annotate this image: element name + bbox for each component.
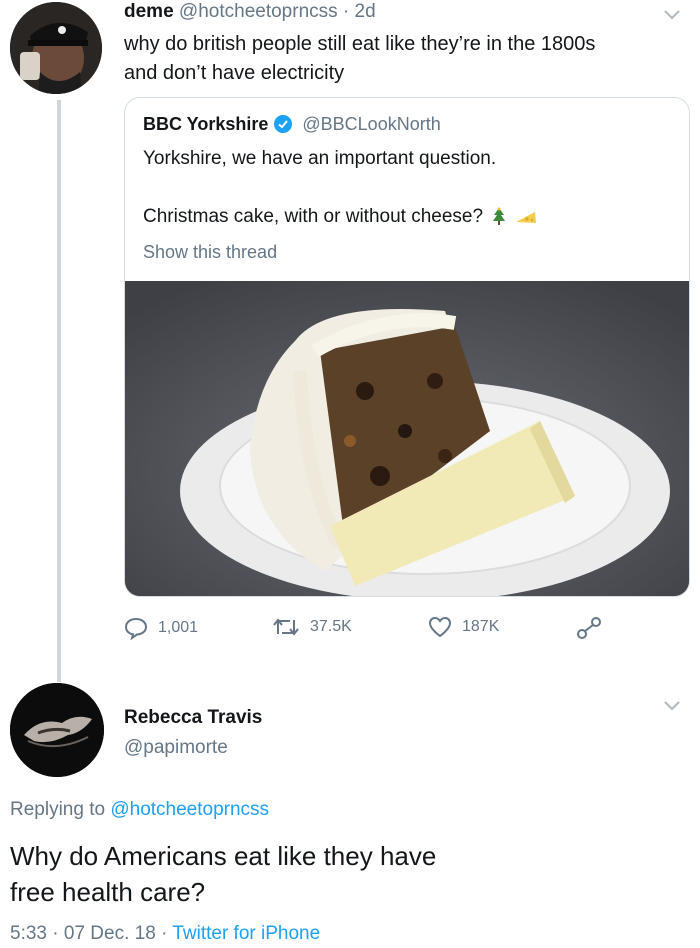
tweet1-text: why do british people still eat like the… (124, 30, 595, 88)
tweet1-separator: · (342, 1, 350, 22)
quote-text-line2: Christmas cake, with or without cheese? (143, 206, 484, 227)
tweet1-text-line1: why do british people still eat like the… (124, 33, 596, 55)
tweet2-author-name[interactable]: Rebecca Travis (124, 706, 262, 730)
quote-media-image[interactable] (125, 281, 689, 596)
tweet2-text-line1: Why do Americans eat like they have (10, 841, 437, 871)
retweet-button[interactable]: 37.5K (272, 616, 352, 638)
tweet2-source[interactable]: Twitter for iPhone (172, 923, 320, 944)
reply-count: 1,001 (158, 619, 199, 636)
tweet2-meta-sep2: · (161, 923, 168, 944)
tweet2-text-line2: free health care? (10, 877, 206, 907)
tweet2-time: 5:33 (10, 923, 47, 944)
tweet1-age[interactable]: 2d (355, 1, 376, 22)
heart-icon (428, 616, 452, 638)
cake-with-cheese-image (125, 281, 689, 596)
tweet1-header: deme @hotcheetoprncss · 2d (124, 0, 376, 24)
tweet2-meta: 5:33 · 07 Dec. 18 · Twitter for iPhone (10, 922, 320, 946)
reply-button[interactable]: 1,001 (124, 616, 198, 640)
thread-line (57, 100, 61, 682)
tweet1-author-handle[interactable]: @hotcheetoprncss (179, 1, 338, 22)
quoted-tweet-card[interactable]: BBC Yorkshire @BBCLookNorth Yorkshire, w… (124, 97, 690, 597)
tweet2-meta-sep1: · (52, 923, 59, 944)
like-count: 187K (462, 618, 500, 635)
tweet2-date: 07 Dec. 18 (63, 923, 156, 944)
tweet1-chevron-down-icon[interactable] (664, 10, 680, 20)
quote-text-line1: Yorkshire, we have an important question… (143, 148, 497, 169)
quote-text-line2-row: Christmas cake, with or without cheese? (143, 204, 537, 230)
tweet1-text-line2: and don’t have electricity (124, 62, 345, 84)
tweet2-author-handle[interactable]: @papimorte (124, 736, 228, 760)
share-button[interactable] (576, 616, 602, 640)
quote-header: BBC Yorkshire @BBCLookNorth (143, 112, 441, 136)
replying-to: Replying to @hotcheetoprncss (10, 798, 269, 822)
avatar-rebecca-travis[interactable] (10, 683, 104, 777)
tweet1-author-name[interactable]: deme (124, 1, 174, 22)
avatar-image-2 (10, 683, 104, 777)
quote-author-handle[interactable]: @BBCLookNorth (302, 112, 440, 136)
tweet2-text: Why do Americans eat like they have free… (10, 838, 436, 910)
verified-badge-icon (274, 115, 293, 133)
christmas-tree-icon (493, 207, 506, 225)
show-this-thread-link[interactable]: Show this thread (143, 240, 277, 264)
replying-to-handle[interactable]: @hotcheetoprncss (110, 799, 269, 820)
avatar-image (10, 2, 102, 94)
share-icon (577, 617, 601, 639)
tweet2-chevron-down-icon[interactable] (664, 701, 680, 711)
avatar-deme[interactable] (10, 2, 102, 94)
quote-author-name[interactable]: BBC Yorkshire (143, 112, 268, 136)
retweet-icon (273, 618, 299, 636)
like-button[interactable]: 187K (428, 616, 499, 638)
retweet-count: 37.5K (310, 618, 352, 635)
reply-icon (124, 617, 148, 640)
replying-to-prefix: Replying to (10, 799, 106, 820)
cheese-icon (516, 212, 537, 223)
